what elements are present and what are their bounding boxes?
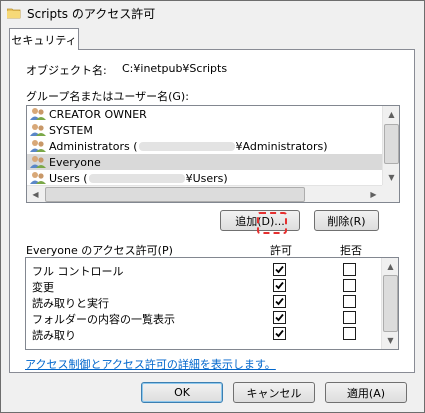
deny-checkbox[interactable] [343,327,356,340]
allow-checkbox-checked[interactable] [273,263,286,276]
permissions-list[interactable]: フル コントロール 変更 読み取りと実行 フォルダーの内容の一覧表示 読み取り … [25,257,399,350]
scroll-right-icon[interactable]: ▶ [365,186,382,203]
permissions-dialog: Scripts のアクセス許可 セキュリティ オブジェクト名: C:¥inetp… [0,0,425,413]
user-group-icon [30,172,46,184]
group-user-items: CREATOR OWNER SYSTEM Administrators ( ¥A… [27,106,382,186]
scroll-thumb[interactable] [384,124,399,164]
ok-button[interactable]: OK [141,382,223,403]
scroll-left-icon[interactable]: ◀ [27,186,44,203]
permissions-label: Everyone のアクセス許可(P) [26,244,173,257]
permissions-vertical-scrollbar[interactable]: ▲ ▼ [381,258,398,349]
redacted-text [88,173,185,183]
allow-checkbox-checked[interactable] [273,327,286,340]
list-item-label-suffix: ¥Administrators) [235,139,328,153]
window-title: Scripts のアクセス許可 [27,6,156,21]
redacted-text [138,141,235,151]
list-item-system[interactable]: SYSTEM [27,122,382,138]
scroll-up-icon[interactable]: ▲ [383,106,400,123]
group-list-horizontal-scrollbar[interactable]: ◀ ▶ [27,185,382,202]
permission-name: フォルダーの内容の一覧表示 [32,313,175,326]
allow-column-header: 許可 [270,244,292,257]
list-item-label: CREATOR OWNER [49,107,147,121]
cancel-button[interactable]: キャンセル [233,382,315,403]
scrollbar-corner [382,185,399,202]
folder-icon [7,7,21,19]
permission-row-list-folder: フォルダーの内容の一覧表示 [26,310,381,326]
allow-checkbox-checked[interactable] [273,295,286,308]
list-item-label-prefix: Users ( [49,171,88,185]
allow-checkbox-checked[interactable] [273,311,286,324]
permission-row-read-execute: 読み取りと実行 [26,294,381,310]
scroll-thumb[interactable] [45,187,305,202]
permission-name: 読み取り [32,329,76,342]
object-name-label: オブジェクト名: [26,64,107,77]
scroll-thumb[interactable] [383,275,398,332]
permission-row-read: 読み取り [26,326,381,342]
permission-row-modify: 変更 [26,278,381,294]
object-name-row: オブジェクト名: C:¥inetpub¥Scripts [26,62,227,78]
group-list-vertical-scrollbar[interactable]: ▲ ▼ [382,106,399,186]
permissions-header: Everyone のアクセス許可(P) 許可 拒否 [26,242,400,258]
list-item-everyone[interactable]: Everyone [27,154,382,170]
permission-name: 変更 [32,281,54,294]
list-item-users[interactable]: Users ( ¥Users) [27,170,382,186]
list-item-label: SYSTEM [49,123,93,137]
list-item-administrators[interactable]: Administrators ( ¥Administrators) [27,138,382,154]
list-item-creator-owner[interactable]: CREATOR OWNER [27,106,382,122]
deny-checkbox[interactable] [343,311,356,324]
scroll-up-icon[interactable]: ▲ [382,258,398,275]
list-item-label-prefix: Administrators ( [49,139,138,153]
deny-checkbox[interactable] [343,279,356,292]
group-list-label: グループ名またはユーザー名(G): [26,90,189,103]
user-group-icon [30,108,46,120]
scroll-down-icon[interactable]: ▼ [382,332,398,349]
list-item-label-suffix: ¥Users) [185,171,228,185]
permission-row-full-control: フル コントロール [26,262,381,278]
scroll-down-icon[interactable]: ▼ [383,169,400,186]
apply-button[interactable]: 適用(A) [325,382,407,403]
tab-security[interactable]: セキュリティ [9,28,79,50]
allow-checkbox-checked[interactable] [273,279,286,292]
permissions-details-link[interactable]: アクセス制御とアクセス許可の詳細を表示します。 [25,356,276,372]
remove-button[interactable]: 削除(R) [314,210,379,231]
object-name-value: C:¥inetpub¥Scripts [122,62,228,75]
list-item-label: Everyone [49,155,101,169]
permission-name: 読み取りと実行 [32,297,109,310]
title-bar[interactable]: Scripts のアクセス許可 [1,1,424,25]
group-user-list[interactable]: CREATOR OWNER SYSTEM Administrators ( ¥A… [26,105,400,203]
deny-column-header: 拒否 [340,244,362,257]
user-group-icon [30,156,46,168]
deny-checkbox[interactable] [343,263,356,276]
full-control-highlight [257,212,287,234]
deny-checkbox[interactable] [343,295,356,308]
user-group-icon [30,140,46,152]
user-group-icon [30,124,46,136]
permission-name: フル コントロール [32,265,124,278]
